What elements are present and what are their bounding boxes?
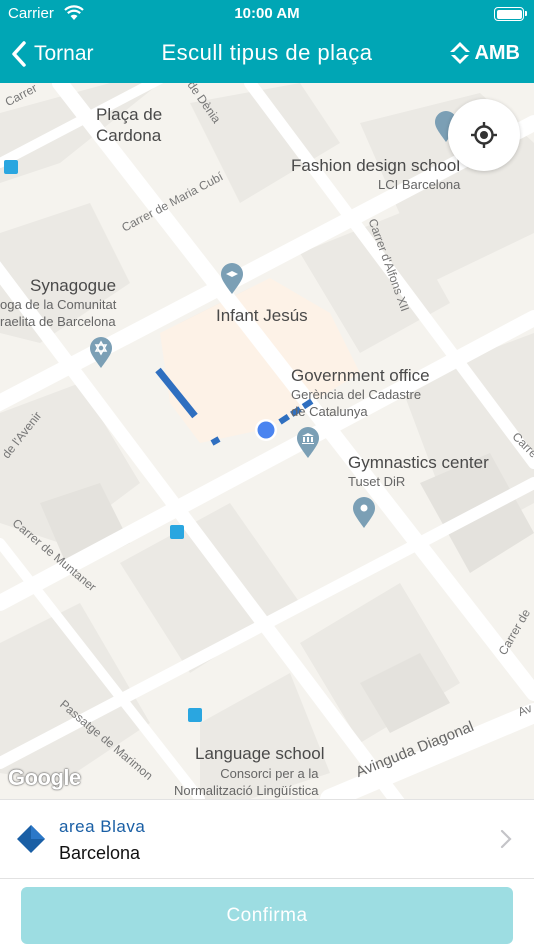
school-pin-icon[interactable] [220,263,244,295]
poi-label: Fashion design school [291,156,461,175]
poi-label: Synagogue [30,276,117,295]
poi-sublabel: Consorci per a la Normalització Lingüíst… [174,766,319,798]
zone-name: area Blava [59,817,146,836]
gymnastics-pin-icon[interactable] [352,497,376,529]
poi-label: Gymnastics center [348,453,489,472]
synagogue-pin-icon[interactable] [89,337,113,369]
brand-logo: AMB [449,41,520,65]
poi-label: Infant Jesús [216,306,308,325]
status-time: 10:00 AM [234,5,300,22]
bus-stop-icon[interactable] [4,160,18,174]
google-attribution[interactable]: Google [8,765,81,791]
poi-sublabel: LCI Barcelona [378,177,461,192]
confirm-button[interactable]: Confirma [21,887,513,944]
chevron-right-icon [500,829,512,849]
top-bar: Carrier 10:00 AM Tornar Escull tipus de … [0,0,534,83]
status-bar: Carrier 10:00 AM [0,0,534,30]
bus-stop-icon[interactable] [170,525,184,539]
zone-option-row[interactable]: area Blava Barcelona [0,799,534,879]
battery-icon [494,7,527,21]
poi-label: Plaça de Cardona [96,105,163,145]
poi-sublabel: Tuset DiR [348,474,406,489]
footer: Confirma [0,880,534,950]
brand-text: AMB [474,41,520,64]
amb-logo-icon [450,42,471,64]
blue-zone-icon [17,825,45,853]
map-view[interactable]: Plaça de Cardona Fashion design school L… [0,83,534,799]
my-location-button[interactable] [448,99,520,171]
government-pin-icon[interactable] [296,427,320,459]
crosshair-icon [471,122,497,148]
poi-sublabel: Gerència del Cadastre de Catalunya [291,387,422,419]
poi-label: Language school [195,744,325,763]
zone-city: Barcelona [59,843,141,863]
poi-label: Government office [291,366,430,385]
poi-sublabel: oga de la Comunitat raelita de Barcelona [0,297,117,329]
bus-stop-icon[interactable] [188,708,202,722]
